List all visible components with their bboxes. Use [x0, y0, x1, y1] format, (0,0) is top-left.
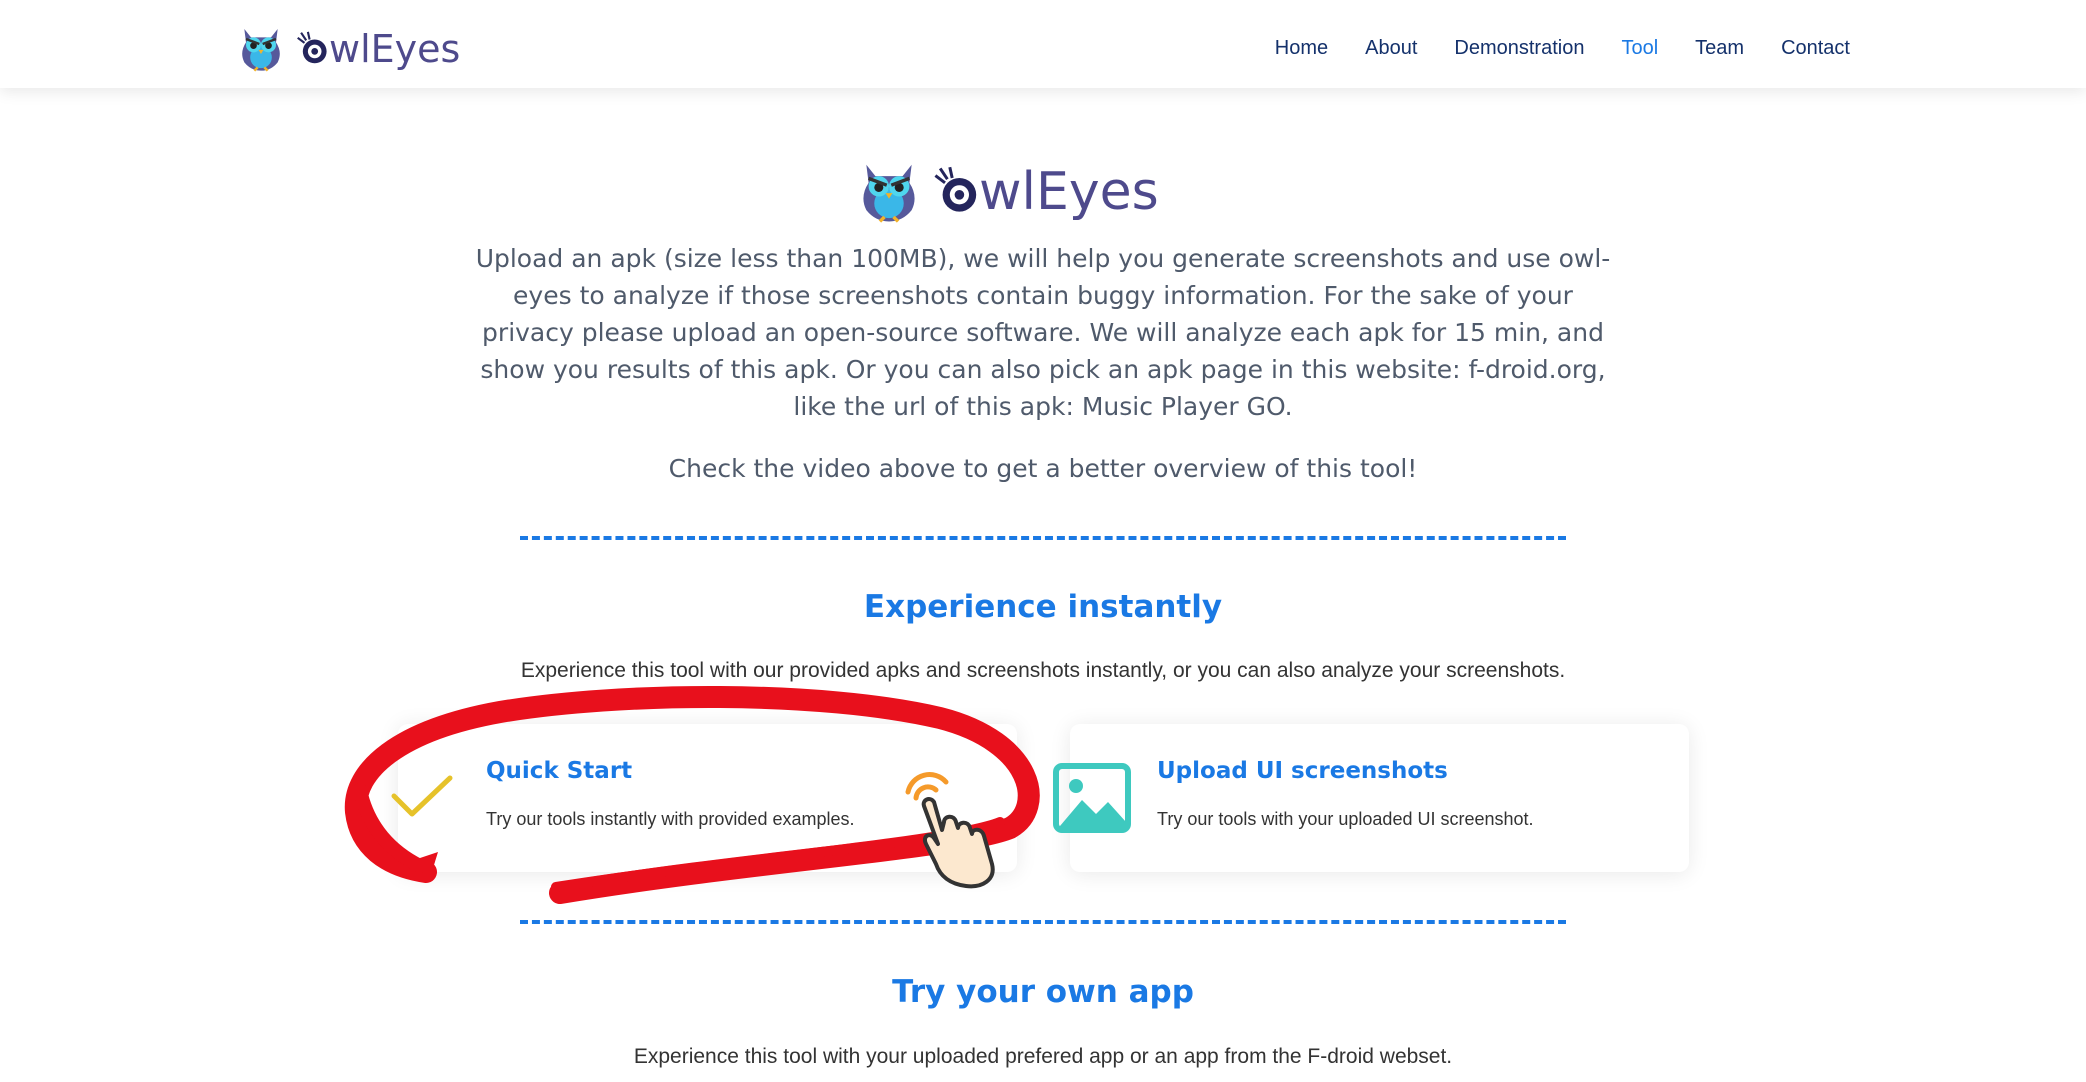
owl-logo-icon [242, 29, 280, 72]
nav-contact[interactable]: Contact [1781, 36, 1850, 60]
section-divider [520, 920, 1566, 924]
hand-pointer-icon [905, 772, 995, 889]
nav-about[interactable]: About [1365, 36, 1417, 60]
intro-text: Upload an apk (size less than 100MB), we… [475, 244, 1611, 421]
experience-title: Experience instantly [863, 589, 1223, 625]
nav-home[interactable]: Home [1275, 36, 1328, 60]
checkmark-icon [391, 775, 453, 817]
nav-tool[interactable]: Tool [1621, 36, 1658, 60]
image-icon [1053, 763, 1131, 833]
experience-description: Experience this tool with our provided a… [520, 659, 1566, 682]
brand-text: wlEyes [329, 27, 461, 71]
eye-logo-icon [934, 166, 977, 212]
upload-screenshots-text: Try our tools with your uploaded UI scre… [1157, 809, 1534, 829]
site-header: wlEyes Home About Demonstration Tool Tea… [0, 0, 2086, 88]
hero-logo: wlEyes [855, 158, 1159, 226]
hero-logo-text: wlEyes [979, 162, 1159, 222]
own-app-title: Try your own app [892, 974, 1194, 1010]
own-app-description: Experience this tool with your uploaded … [633, 1045, 1453, 1068]
nav-team[interactable]: Team [1695, 36, 1744, 60]
nav-demonstration[interactable]: Demonstration [1454, 36, 1584, 60]
upload-screenshots-title: Upload UI screenshots [1157, 758, 1448, 784]
section-divider [520, 536, 1566, 540]
owl-logo-icon [863, 164, 915, 223]
upload-screenshots-card[interactable]: Upload UI screenshots Try our tools with… [1053, 724, 1689, 872]
video-note: Check the video above to get a better ov… [668, 454, 1418, 483]
quick-start-text: Try our tools instantly with provided ex… [486, 809, 855, 829]
main-nav: Home About Demonstration Tool Team Conta… [1275, 36, 1850, 60]
brand-logo[interactable]: wlEyes [236, 24, 460, 74]
quick-start-title: Quick Start [486, 758, 633, 784]
eye-logo-icon [297, 31, 327, 64]
